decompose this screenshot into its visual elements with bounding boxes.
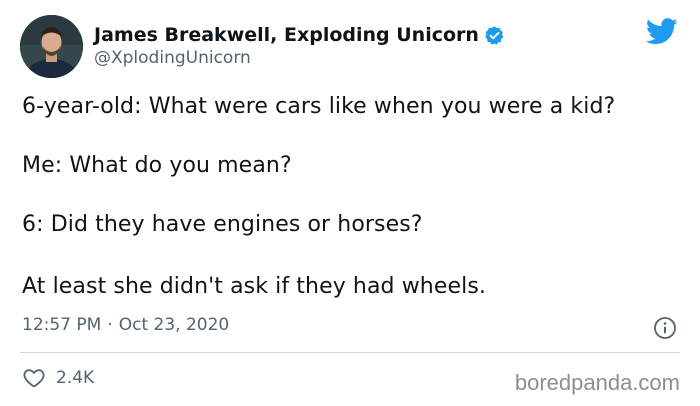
heart-icon (23, 369, 45, 388)
timestamp-separator: · (107, 315, 113, 335)
verified-badge-icon (484, 25, 505, 46)
avatar[interactable] (20, 15, 83, 78)
tweet-timestamp[interactable]: 12:57 PM · Oct 23, 2020 (22, 315, 229, 335)
watermark: boredpanda.com (514, 370, 680, 395)
tweet-text-line-1: 6-year-old: What were cars like when you… (22, 94, 616, 119)
like-button[interactable]: 2.4K (22, 366, 94, 390)
like-count: 2.4K (56, 368, 95, 388)
author-name-row: James Breakwell, Exploding Unicorn (94, 22, 505, 48)
tweet-text-line-2: Me: What do you mean? (22, 153, 292, 178)
divider (20, 352, 680, 353)
info-icon[interactable] (653, 316, 677, 340)
avatar-image (20, 15, 83, 78)
tweet-text-line-3: 6: Did they have engines or horses? (22, 212, 423, 237)
twitter-bird-icon[interactable] (645, 18, 678, 45)
tweet-date: Oct 23, 2020 (118, 315, 230, 335)
tweet-card: James Breakwell, Exploding Unicorn @Xplo… (0, 0, 700, 406)
tweet-time: 12:57 PM (22, 315, 102, 335)
author-display-name[interactable]: James Breakwell, Exploding Unicorn (94, 24, 479, 46)
tweet-text-line-4: At least she didn't ask if they had whee… (22, 274, 486, 299)
author-handle[interactable]: @XplodingUnicorn (94, 48, 251, 68)
